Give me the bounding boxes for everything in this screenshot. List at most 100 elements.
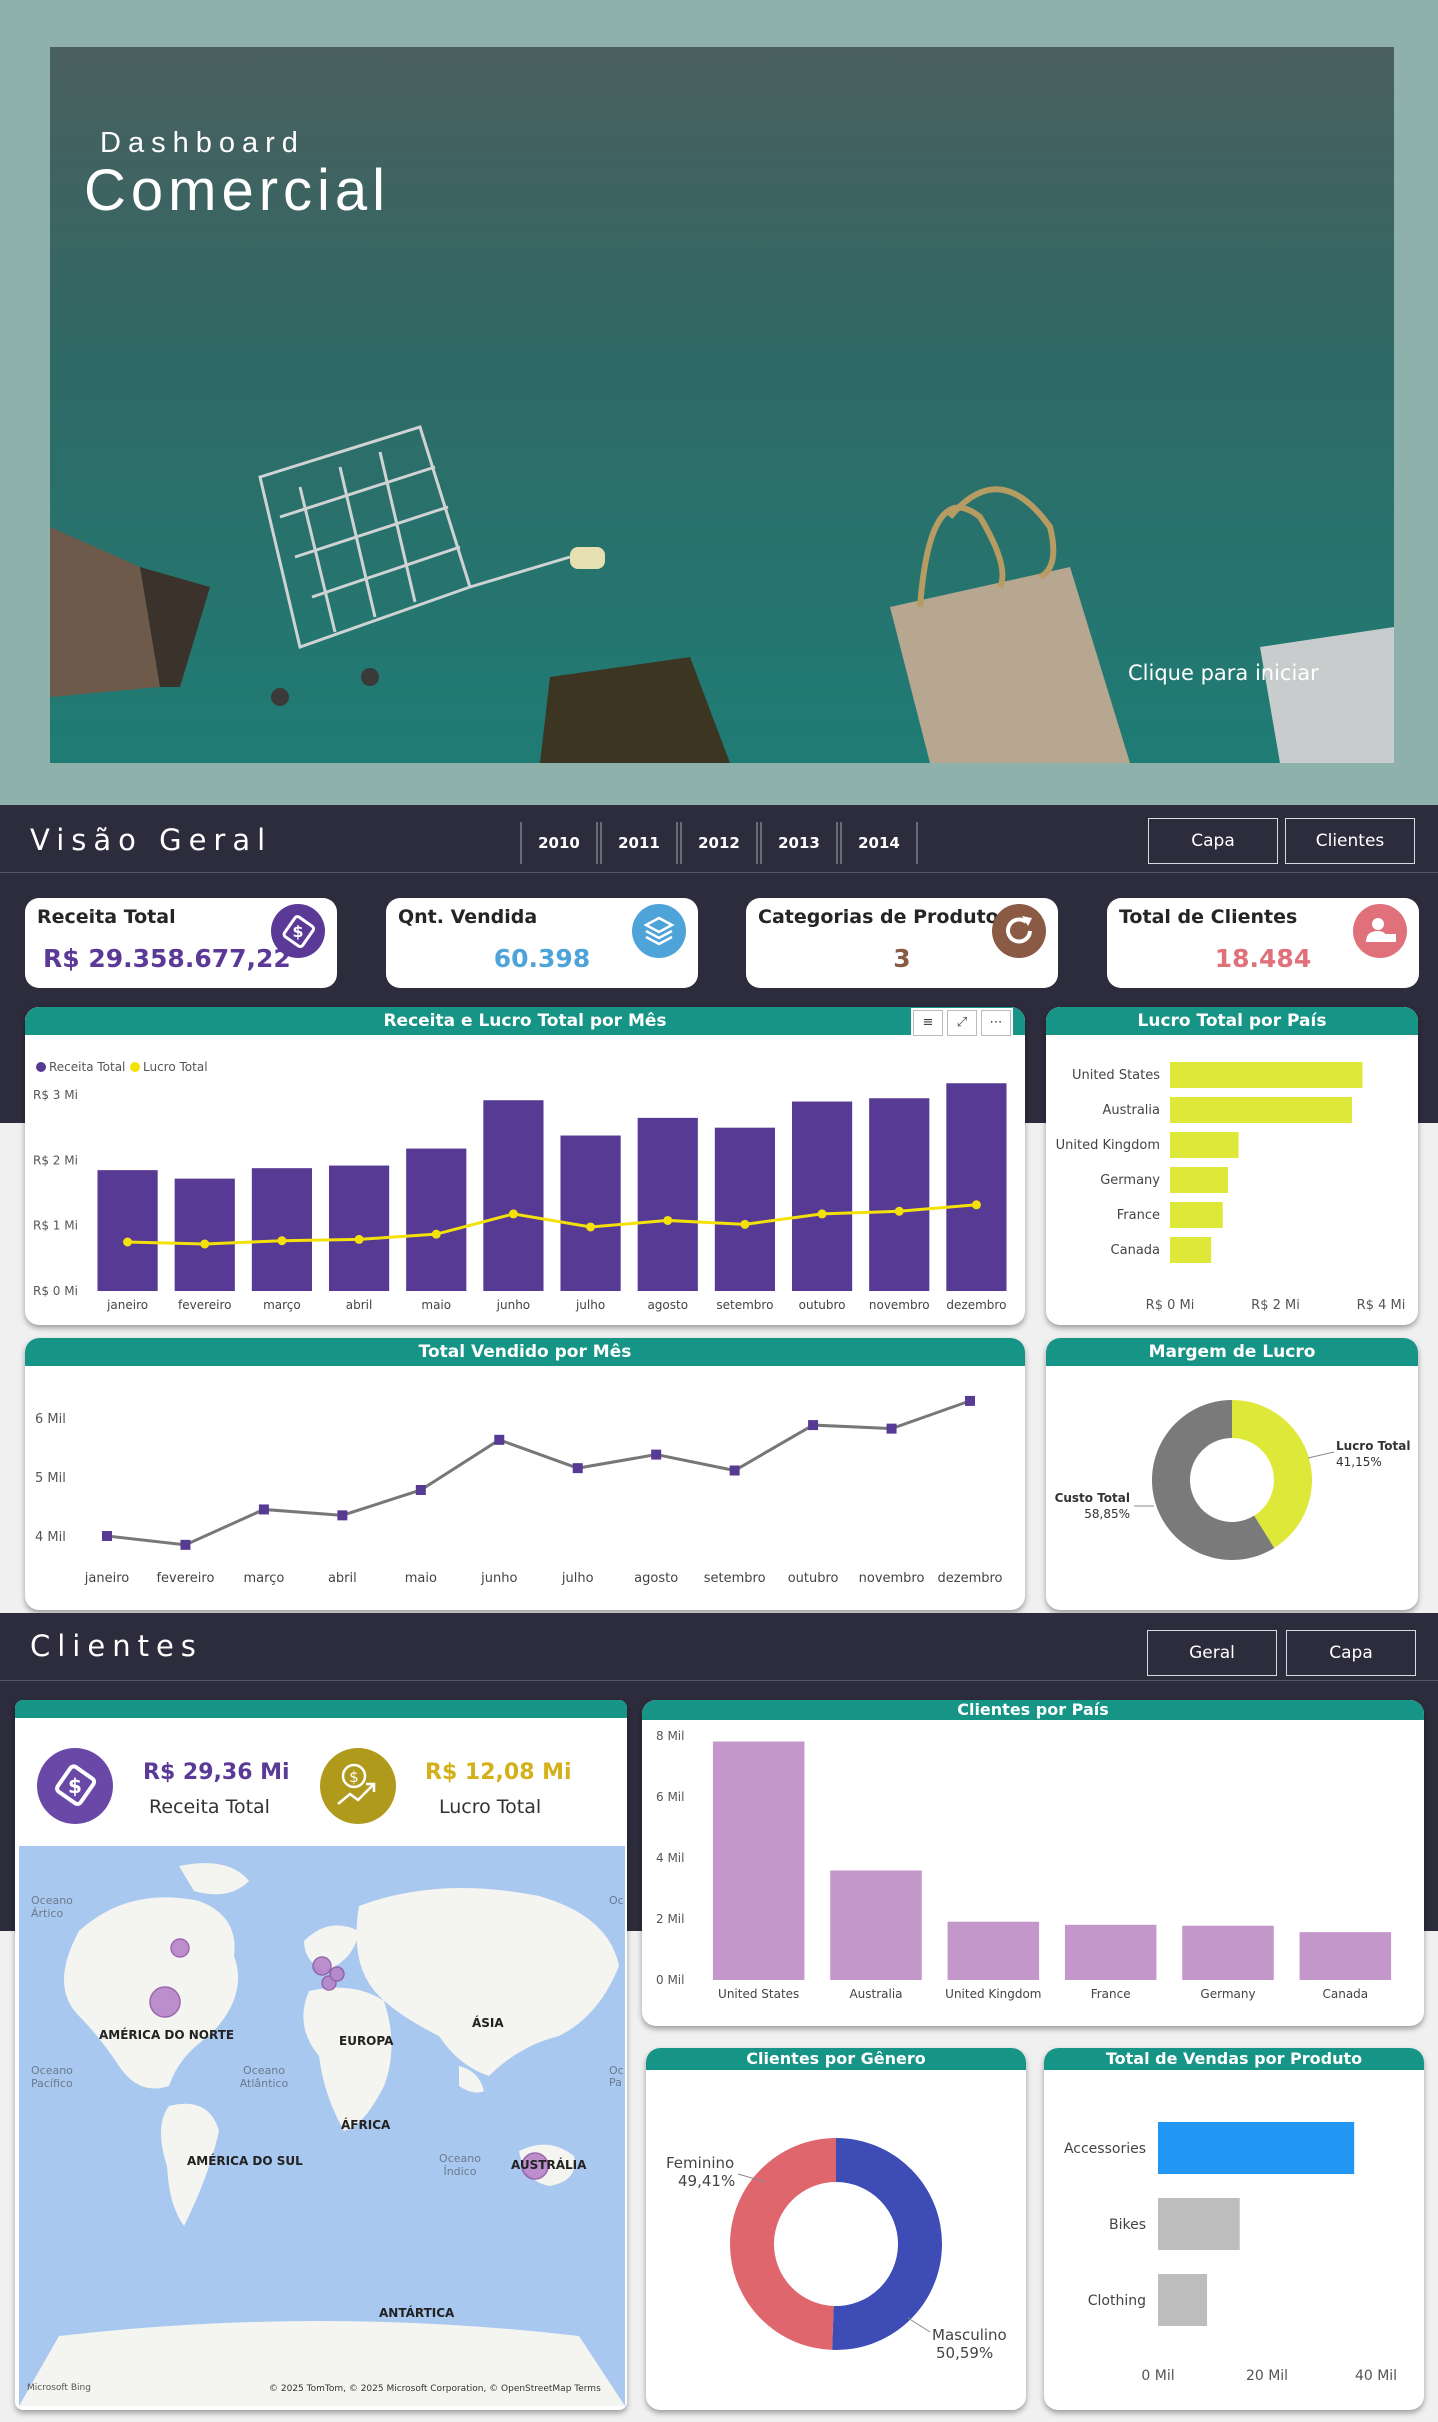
world-map[interactable]: Oceano Ártico AMÉRICA DO NORTE EUROPA ÁS… <box>19 1846 625 2406</box>
bar-receita <box>946 1083 1007 1291</box>
point-vendido <box>572 1463 583 1474</box>
legend-label: Lucro Total <box>143 1060 208 1074</box>
card-title: Clientes por País <box>642 1700 1424 1720</box>
map-label-oc-1: Oc <box>609 1894 624 1907</box>
profit-value: R$ 12,08 Mi <box>425 1760 572 1785</box>
visual-header: ≡ ⤢ ⋯ <box>911 1008 1013 1038</box>
point-vendido <box>494 1434 505 1445</box>
point-vendido <box>337 1510 348 1521</box>
bar-receita <box>97 1170 158 1291</box>
bar-vendas-produto <box>1158 2198 1240 2250</box>
cover-title: Comercial <box>84 158 391 223</box>
bar-receita <box>791 1101 853 1291</box>
y-tick-label: 4 Mil <box>656 1851 684 1865</box>
svg-text:$: $ <box>68 1774 82 1798</box>
year-2012[interactable]: 2012 <box>680 822 758 864</box>
slice-label: Lucro Total <box>1336 1439 1410 1453</box>
bar-vendas-produto <box>1158 2122 1355 2174</box>
chart-vendas-produto: Accessories Bikes Clothing 0 Mil 20 Mil 40 Mi… <box>1064 2122 1397 2384</box>
y-tick-label: 6 Mil <box>35 1412 66 1427</box>
y-tick-label: R$ 3 Mi <box>33 1088 78 1102</box>
x-tick-label: abril <box>328 1571 357 1586</box>
geral-button[interactable]: Geral <box>1147 1630 1277 1676</box>
bar-lucro-pais <box>1170 1097 1352 1123</box>
map-label-america-sul: AMÉRICA DO SUL <box>187 2154 303 2168</box>
capa-button[interactable]: Capa <box>1148 818 1278 864</box>
point-vendido <box>808 1420 819 1431</box>
point-vendido <box>180 1539 191 1550</box>
leader-line <box>1307 1451 1335 1459</box>
bar-receita <box>483 1100 544 1291</box>
more-options-icon[interactable]: ⋯ <box>981 1010 1011 1036</box>
cover-subtitle: Dashboard <box>100 127 305 159</box>
year-2013[interactable]: 2013 <box>760 822 838 864</box>
chart-total-vendido: 4 Mil 5 Mil 6 Mil janeiro fevereiro março abri… <box>35 1395 1003 1586</box>
x-tick-label: 0 Mil <box>1141 2368 1174 2384</box>
legend-marker <box>130 1062 140 1072</box>
point-vendido <box>102 1531 112 1541</box>
bar-receita <box>328 1165 390 1291</box>
x-tick-label: julho <box>561 1571 594 1586</box>
year-2014[interactable]: 2014 <box>840 822 918 864</box>
clientes-button[interactable]: Clientes <box>1285 818 1415 864</box>
y-tick-label: R$ 2 Mi <box>33 1153 78 1167</box>
x-tick-label: maio <box>405 1571 437 1586</box>
customers-title: Clientes <box>30 1629 203 1663</box>
revenue-value: R$ 29,36 Mi <box>143 1760 290 1785</box>
x-tick-label: R$ 2 Mi <box>1251 1298 1300 1313</box>
card-total-vendido: Total Vendido por Mês 4 Mil 5 Mil 6 Mil jan… <box>25 1338 1025 1610</box>
profit-label: Lucro Total <box>439 1796 542 1818</box>
map-credit[interactable]: © 2025 TomTom, © 2025 Microsoft Corporat… <box>269 2384 601 2394</box>
x-tick-label: outubro <box>799 1298 846 1312</box>
point-lucro <box>431 1229 441 1239</box>
x-tick-label: agosto <box>647 1298 688 1312</box>
y-tick-label: 8 Mil <box>656 1729 684 1743</box>
x-tick-label: novembro <box>859 1571 925 1586</box>
focus-mode-icon[interactable]: ⤢ <box>947 1010 977 1036</box>
x-tick-label: France <box>1091 1987 1131 2001</box>
bing-logo: Microsoft Bing <box>27 2383 91 2393</box>
year-2010[interactable]: 2010 <box>520 822 598 864</box>
refresh-icon <box>992 904 1046 958</box>
card-vendas-produto: Total de Vendas por Produto Accessories B… <box>1044 2048 1424 2410</box>
card-title: Total de Vendas por Produto <box>1044 2048 1424 2070</box>
chart-clientes-pais: 0 Mil 2 Mil 4 Mil 6 Mil 8 Mil United States Au… <box>656 1729 1392 2001</box>
x-tick-label: setembro <box>716 1298 773 1312</box>
bar-receita <box>714 1127 776 1291</box>
card-margem-lucro: Margem de Lucro Lucro Total 41,15% Custo T… <box>1046 1338 1418 1610</box>
y-tick-label: Canada <box>1111 1243 1160 1258</box>
money-tag-icon: $ <box>37 1748 113 1824</box>
bar-receita <box>560 1135 621 1291</box>
leader-line <box>907 2317 931 2333</box>
kpi-total-clientes: Total de Clientes 18.484 <box>1107 898 1419 988</box>
filter-icon[interactable]: ≡ <box>913 1010 943 1036</box>
revenue-label: Receita Total <box>149 1796 270 1818</box>
y-tick-label: United States <box>1072 1068 1160 1083</box>
year-2011[interactable]: 2011 <box>600 822 678 864</box>
overview-title: Visão Geral <box>30 823 273 857</box>
point-vendido <box>965 1395 975 1406</box>
card-title: Lucro Total por País <box>1046 1007 1418 1035</box>
map-label-asia: ÁSIA <box>472 2016 504 2030</box>
bar-clientes-pais <box>1064 1924 1157 1980</box>
y-tick-label: 2 Mil <box>656 1912 684 1926</box>
start-link[interactable]: Clique para iniciar <box>1128 661 1319 685</box>
x-tick-label: janeiro <box>84 1571 129 1586</box>
slice-pct: 58,85% <box>1084 1507 1130 1521</box>
point-vendido <box>258 1504 269 1515</box>
x-tick-label: 40 Mil <box>1355 2368 1397 2384</box>
capa-button-2[interactable]: Capa <box>1286 1630 1416 1676</box>
bar-clientes-pais <box>1182 1925 1274 1980</box>
x-tick-label: United States <box>718 1987 799 2001</box>
x-tick-label: dezembro <box>946 1298 1006 1312</box>
donut-slice <box>729 2138 836 2350</box>
point-lucro <box>123 1237 133 1247</box>
x-tick-label: Canada <box>1322 1987 1368 2001</box>
kpi-label: Categorias de Produto <box>758 906 999 928</box>
bar-receita <box>869 1098 930 1291</box>
legend-marker <box>36 1062 46 1072</box>
cover-panel[interactable]: Dashboard Comercial Clique para iniciar <box>50 47 1394 763</box>
chart-margem-lucro: Lucro Total 41,15% Custo Total 58,85% <box>1055 1400 1410 1560</box>
y-tick-label: Clothing <box>1088 2293 1146 2309</box>
card-title: Margem de Lucro <box>1046 1338 1418 1366</box>
